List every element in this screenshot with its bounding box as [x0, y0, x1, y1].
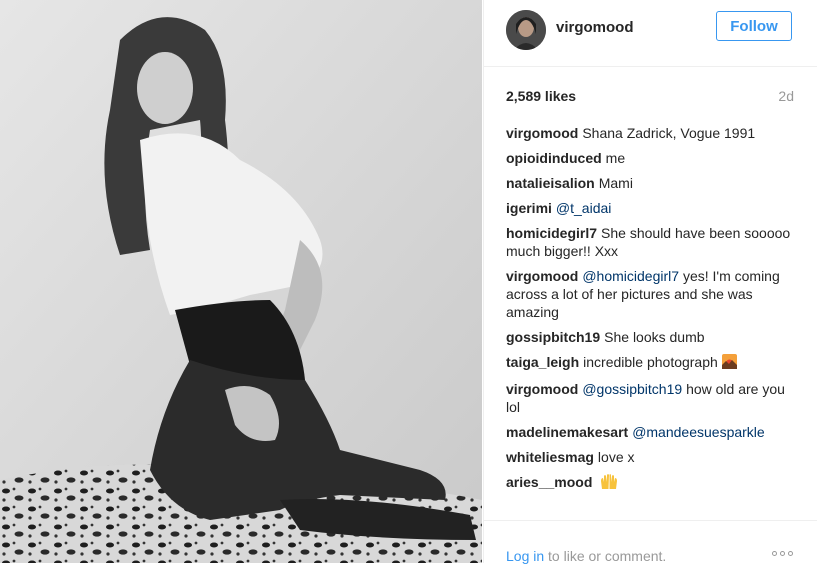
follow-button[interactable]: Follow [716, 11, 792, 41]
comment-mention[interactable]: @gossipbitch19 [582, 381, 682, 397]
comment-username[interactable]: whiteliesmag [506, 449, 594, 465]
comment-username[interactable]: homicidegirl7 [506, 225, 597, 241]
comment-item: igerimi @t_aidai [506, 199, 796, 217]
comment-item: taiga_leigh incredible photograph [506, 353, 796, 373]
comment-username[interactable]: virgomood [506, 125, 578, 141]
comment-username[interactable]: igerimi [506, 200, 552, 216]
comment-text: Shana Zadrick, Vogue 1991 [582, 125, 756, 141]
login-prompt-text: to like or comment. [548, 548, 667, 564]
comment-item: aries__mood [506, 473, 796, 493]
comment-text: me [605, 150, 626, 166]
comment-item: opioidinduced me [506, 149, 796, 167]
comment-list: virgomood Shana Zadrick, Vogue 1991 opioi… [506, 124, 796, 500]
comment-item: madelinemakesart @mandeesuesparkle [506, 423, 796, 441]
post-viewer: virgomood Follow 2,589 likes 2d virgomoo… [0, 0, 817, 564]
photo-illustration [0, 0, 482, 563]
comment-item: virgomood @gossipbitch19 how old are you … [506, 380, 796, 416]
comment-username[interactable]: opioidinduced [506, 150, 602, 166]
sunset-emoji-icon [721, 354, 737, 373]
avatar-image [506, 10, 546, 50]
comment-username[interactable]: madelinemakesart [506, 424, 628, 440]
post-username[interactable]: virgomood [556, 19, 634, 36]
post-photo[interactable] [0, 0, 482, 563]
comment-username[interactable]: aries__mood [506, 474, 592, 490]
comment-text: love x [597, 449, 635, 465]
comment-item: natalieisalion Mami [506, 174, 796, 192]
comment-username[interactable]: taiga_leigh [506, 354, 579, 370]
post-footer: Log in to like or comment. [484, 520, 817, 564]
more-options-icon[interactable] [772, 551, 796, 559]
comment-item: whiteliesmag love x [506, 448, 796, 466]
comment-mention[interactable]: @homicidegirl7 [582, 268, 679, 284]
comment-text: Mami [598, 175, 633, 191]
post-sidebar: virgomood Follow 2,589 likes 2d virgomoo… [483, 0, 817, 564]
comment-username[interactable]: natalieisalion [506, 175, 595, 191]
avatar[interactable] [506, 10, 546, 50]
comment-username[interactable]: gossipbitch19 [506, 329, 600, 345]
login-prompt: Log in to like or comment. [506, 548, 666, 564]
comment-item: virgomood @homicidegirl7 yes! I'm coming … [506, 267, 796, 321]
likes-count[interactable]: 2,589 likes [506, 88, 576, 104]
comment-item: gossipbitch19 She looks dumb [506, 328, 796, 346]
caption: virgomood Shana Zadrick, Vogue 1991 [506, 124, 796, 142]
raised-hands-emoji-icon [600, 473, 618, 493]
comment-text: She looks dumb [604, 329, 705, 345]
comment-text: incredible photograph [583, 354, 718, 370]
comment-username[interactable]: virgomood [506, 381, 578, 397]
comment-username[interactable]: virgomood [506, 268, 578, 284]
post-timestamp[interactable]: 2d [778, 88, 794, 104]
comment-mention[interactable]: @mandeesuesparkle [632, 424, 765, 440]
comment-mention[interactable]: @t_aidai [556, 200, 611, 216]
post-header: virgomood Follow [484, 0, 817, 67]
login-link[interactable]: Log in [506, 548, 544, 564]
comment-item: homicidegirl7 She should have been sooooo… [506, 224, 796, 260]
